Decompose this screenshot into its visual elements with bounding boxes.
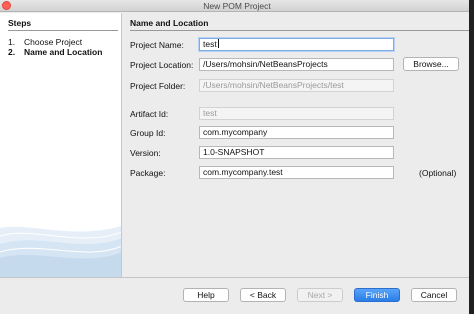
window-close-button[interactable] (2, 1, 11, 10)
window-edge (469, 0, 474, 314)
help-button[interactable]: Help (183, 288, 229, 302)
next-button[interactable]: Next > (297, 288, 343, 302)
project-folder-field: /Users/mohsin/NetBeansProjects/test (199, 79, 394, 92)
button-bar-divider (0, 277, 474, 278)
step-name-and-location: 2. Name and Location (8, 47, 102, 57)
version-label: Version: (130, 148, 161, 158)
steps-divider (8, 30, 118, 31)
text-caret (217, 39, 219, 48)
step-number: 1. (8, 37, 16, 47)
step-label: Name and Location (24, 47, 103, 57)
package-label: Package: (130, 168, 166, 178)
project-location-input[interactable]: /Users/mohsin/NetBeansProjects (199, 58, 394, 71)
window-titlebar: New POM Project (0, 0, 474, 12)
project-folder-label: Project Folder: (130, 81, 186, 91)
step-choose-project: 1. Choose Project (8, 37, 82, 47)
steps-panel: Steps 1. Choose Project 2. Name and Locati… (0, 13, 122, 277)
name-and-location-panel: Name and Location Project Name: test Pro… (123, 13, 474, 277)
cancel-button[interactable]: Cancel (411, 288, 457, 302)
version-input[interactable]: 1.0-SNAPSHOT (199, 146, 394, 159)
project-name-input[interactable]: test (199, 38, 394, 51)
group-id-input[interactable]: com.mycompany (199, 126, 394, 139)
package-optional-note: (Optional) (419, 168, 457, 178)
steps-title: Steps (8, 18, 32, 28)
browse-button[interactable]: Browse... (403, 57, 459, 71)
finish-button[interactable]: Finish (354, 288, 400, 302)
project-name-value: test (203, 39, 217, 49)
step-number: 2. (8, 47, 16, 57)
section-divider (130, 30, 470, 31)
new-pom-project-dialog: New POM Project Steps 1. Choose Project 2… (0, 0, 474, 314)
group-id-label: Group Id: (130, 128, 166, 138)
decorative-swoosh-graphic (0, 226, 121, 277)
back-button[interactable]: < Back (240, 288, 286, 302)
project-name-label: Project Name: (130, 40, 184, 50)
step-label: Choose Project (24, 37, 83, 47)
project-location-label: Project Location: (130, 60, 194, 70)
artifact-id-field: test (199, 107, 394, 120)
window-title: New POM Project (203, 1, 271, 11)
section-title: Name and Location (130, 18, 209, 28)
artifact-id-label: Artifact Id: (130, 109, 169, 119)
package-input[interactable]: com.mycompany.test (199, 166, 394, 179)
